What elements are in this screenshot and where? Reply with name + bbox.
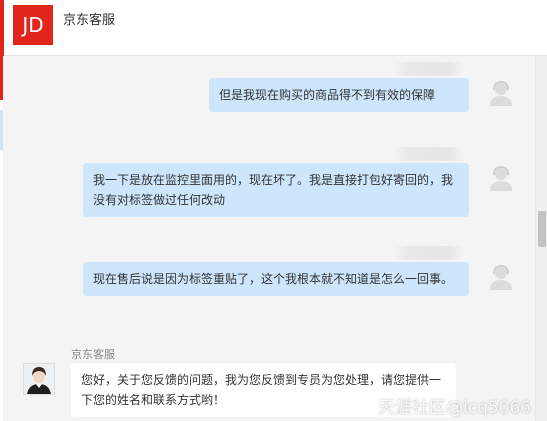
user-avatar-icon	[486, 262, 516, 292]
header-title: 京东客服	[63, 13, 116, 28]
chat-header: JD 京东客服	[0, 0, 547, 56]
agent-name: 京东客服	[71, 348, 115, 361]
blurred-username	[393, 246, 463, 260]
chat-panel: 但是我现在购买的商品得不到有效的保障 我一下是放在监控里面用的，现在坏了。我是直…	[3, 56, 535, 421]
blurred-username	[393, 147, 463, 161]
user-avatar-icon	[486, 78, 516, 108]
user-message-bubble: 我一下是放在监控里面用的，现在坏了。我是直接打包好寄回的，我没有对标签做过任何改…	[83, 163, 469, 217]
message-text: 现在售后说是因为标签重贴了，这个我根本就不知道是怎么一回事。	[93, 272, 454, 286]
user-message-bubble: 现在售后说是因为标签重贴了，这个我根本就不知道是怎么一回事。	[83, 262, 469, 296]
agent-avatar-icon	[23, 363, 55, 395]
user-avatar-icon	[486, 163, 516, 193]
watermark: 天涯社区@icq5066	[378, 398, 532, 418]
jd-logo: JD	[13, 5, 53, 45]
scrollbar-thumb[interactable]	[538, 211, 546, 247]
message-text: 但是我现在购买的商品得不到有效的保障	[219, 88, 436, 102]
user-message-bubble: 但是我现在购买的商品得不到有效的保障	[209, 78, 469, 112]
blurred-username	[393, 62, 463, 76]
message-text: 我一下是放在监控里面用的，现在坏了。我是直接打包好寄回的，我没有对标签做过任何改…	[93, 173, 454, 207]
chat-scrollbar[interactable]	[535, 56, 547, 421]
